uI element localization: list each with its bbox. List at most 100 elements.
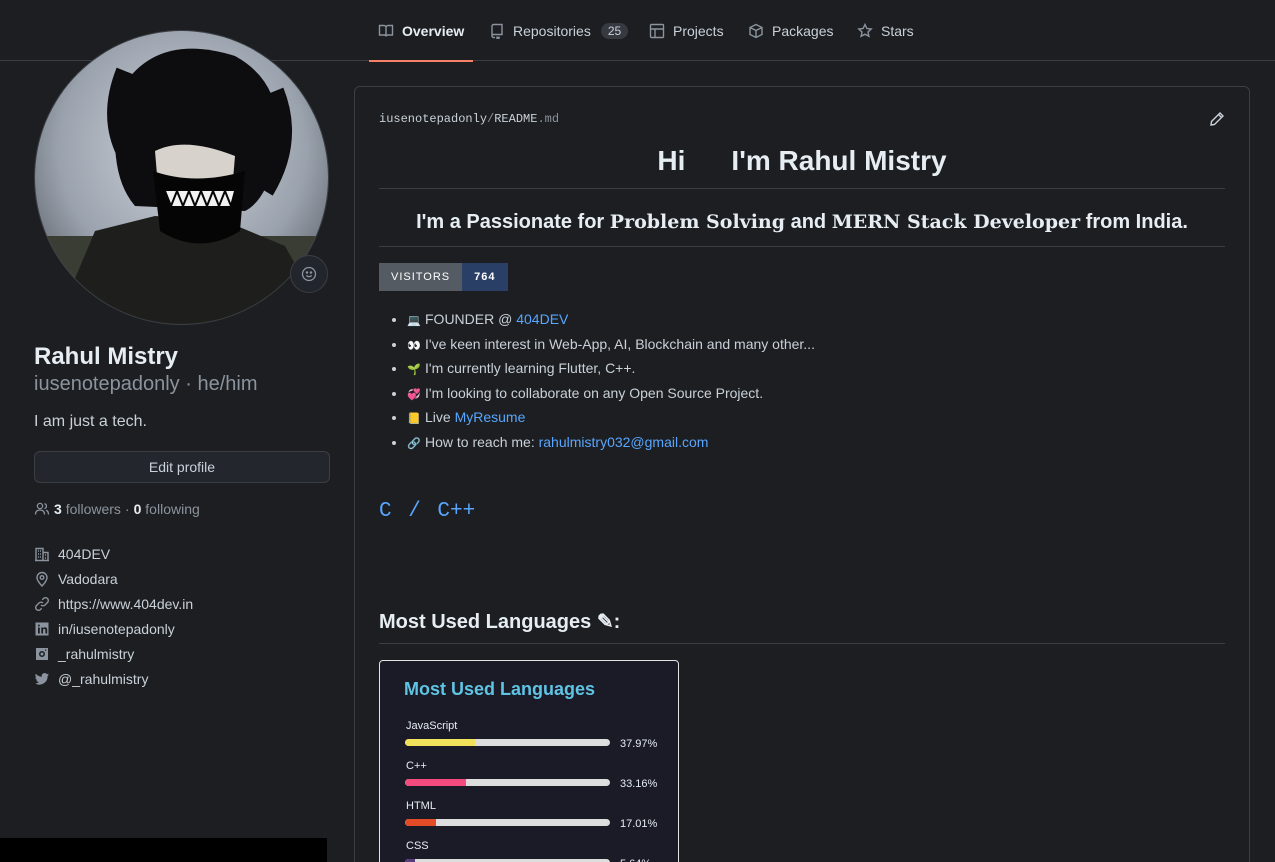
most-used-heading: Most Used Languages ✎: bbox=[379, 609, 1225, 644]
detail-organization: 404DEV bbox=[34, 541, 193, 566]
smiley-icon bbox=[301, 266, 317, 282]
twitter-icon bbox=[35, 672, 49, 685]
language-bar bbox=[405, 819, 610, 826]
tab-packages[interactable]: Packages bbox=[748, 0, 833, 61]
following-count: 0 bbox=[133, 501, 142, 517]
tab-label: Stars bbox=[881, 22, 914, 39]
language-name: CSS bbox=[406, 840, 429, 852]
detail-location: Vadodara bbox=[34, 566, 193, 591]
table-icon bbox=[649, 23, 665, 38]
list-item: 🔗 How to reach me: rahulmistry032@gmail.c… bbox=[407, 434, 815, 459]
bottom-overlay bbox=[0, 838, 327, 862]
profile-bio: I am just a tech. bbox=[34, 413, 147, 430]
heading-name: I'm Rahul Mistry bbox=[731, 145, 947, 176]
language-bar-fill bbox=[405, 739, 476, 746]
language-percent: 17.01% bbox=[620, 818, 658, 830]
eyes-icon: 👀 bbox=[407, 339, 421, 352]
language-percent: 37.97% bbox=[620, 738, 658, 750]
organization-icon bbox=[35, 547, 49, 561]
repo-icon bbox=[491, 23, 503, 39]
book-icon bbox=[378, 24, 394, 37]
profile-login: iusenotepadonly · he/him bbox=[34, 373, 258, 395]
language-row: C++ 33.16% bbox=[405, 760, 675, 800]
visitors-count: 764 bbox=[462, 263, 508, 291]
readme-subheading: I'm a Passionate for Problem Solving and… bbox=[379, 211, 1225, 247]
hearts-icon: 💞 bbox=[407, 388, 421, 401]
readme-owner-link[interactable]: iusenotepadonly bbox=[379, 112, 487, 126]
following-link[interactable]: 0 following bbox=[134, 501, 200, 517]
tab-label: Projects bbox=[673, 22, 724, 39]
language-bar-fill bbox=[405, 779, 467, 786]
language-name: JavaScript bbox=[406, 720, 458, 732]
tab-label: Overview bbox=[402, 22, 465, 39]
language-row: JavaScript 37.97% bbox=[405, 720, 675, 760]
about-list: 💻 FOUNDER @ 404DEV 👀 I've keen interest in… bbox=[407, 311, 815, 458]
visitors-badge[interactable]: VISITORS 764 bbox=[379, 263, 508, 291]
heading-hi: Hi bbox=[657, 145, 686, 176]
readme-extension: .md bbox=[537, 112, 560, 126]
list-item: 📒 Live MyResume bbox=[407, 409, 815, 434]
tab-label: Repositories bbox=[513, 22, 591, 39]
detail-instagram[interactable]: _rahulmistry bbox=[34, 641, 193, 666]
language-bar-fill bbox=[405, 819, 437, 826]
detail-text: Vadodara bbox=[58, 570, 118, 587]
list-item: 💞 I'm looking to collaborate on any Open … bbox=[407, 385, 815, 410]
followers-link[interactable]: 3 followers bbox=[54, 501, 121, 517]
subheading-problem-solving: Problem Solving bbox=[609, 211, 786, 233]
list-item: 👀 I've keen interest in Web-App, AI, Bloc… bbox=[407, 336, 815, 361]
language-name: C++ bbox=[406, 760, 427, 772]
list-item-text: Live bbox=[425, 409, 455, 425]
tab-overview[interactable]: Overview bbox=[368, 0, 474, 62]
link-myresume[interactable]: MyResume bbox=[455, 409, 526, 425]
tab-projects[interactable]: Projects bbox=[649, 0, 724, 61]
language-name: HTML bbox=[406, 800, 436, 812]
list-item: 🌱 I'm currently learning Flutter, C++. bbox=[407, 360, 815, 385]
link-email[interactable]: rahulmistry032@gmail.com bbox=[539, 434, 709, 450]
package-icon bbox=[749, 23, 763, 38]
languages-card: Most Used Languages JavaScript 37.97% C++ 3… bbox=[379, 660, 679, 862]
list-item-text: I'm looking to collaborate on any Open S… bbox=[425, 384, 764, 401]
instagram-icon bbox=[36, 647, 48, 660]
link-icon bbox=[34, 596, 50, 611]
card-title: Most Used Languages bbox=[404, 679, 596, 699]
readme-box: iusenotepadonly/README.md Hi I'm Rahul Mi… bbox=[354, 86, 1250, 862]
subheading-mern: MERN Stack Developer bbox=[831, 211, 1081, 233]
readme-heading: Hi I'm Rahul Mistry bbox=[379, 145, 1225, 189]
people-icon bbox=[34, 502, 50, 515]
detail-website[interactable]: https://www.404dev.in bbox=[34, 591, 193, 616]
language-percent: 5.64% bbox=[620, 858, 651, 862]
detail-twitter[interactable]: @_rahulmistry bbox=[34, 666, 193, 691]
detail-linkedin[interactable]: in/iusenotepadonly bbox=[34, 616, 193, 641]
readme-filename: README bbox=[494, 112, 538, 126]
followers-count: 3 bbox=[54, 501, 62, 517]
followers-label: followers bbox=[65, 501, 121, 517]
edit-profile-button[interactable]: Edit profile bbox=[34, 451, 330, 483]
location-icon bbox=[36, 571, 48, 587]
language-row: CSS 5.64% bbox=[405, 840, 675, 862]
visitors-label: VISITORS bbox=[379, 263, 463, 291]
notebook-icon: 📒 bbox=[407, 413, 421, 425]
avatar[interactable] bbox=[34, 30, 329, 325]
avatar-illustration bbox=[35, 31, 328, 324]
tab-repositories[interactable]: Repositories 25 bbox=[489, 0, 629, 61]
list-item-text: How to reach me: bbox=[425, 433, 539, 450]
detail-text: _rahulmistry bbox=[58, 645, 135, 662]
detail-text: 404DEV bbox=[58, 545, 111, 562]
repo-count-badge: 25 bbox=[600, 22, 629, 39]
link-icon: 🔗 bbox=[407, 437, 421, 450]
languages-typing-text: C / C++ bbox=[379, 500, 476, 523]
link-404dev[interactable]: 404DEV bbox=[516, 311, 568, 327]
language-bar bbox=[405, 739, 610, 746]
tab-stars[interactable]: Stars bbox=[857, 0, 914, 61]
detail-text: in/iusenotepadonly bbox=[58, 620, 175, 637]
readme-path: iusenotepadonly/README.md bbox=[379, 112, 559, 126]
list-item-text: I've keen interest in Web-App, AI, Block… bbox=[425, 335, 815, 352]
laptop-icon: 💻 bbox=[407, 315, 421, 327]
language-row: HTML 17.01% bbox=[405, 800, 675, 840]
subheading-text: and bbox=[785, 211, 832, 233]
profile-details: 404DEV Vadodara https://www.404dev.in in… bbox=[34, 541, 193, 691]
pencil-icon[interactable] bbox=[1209, 111, 1225, 127]
list-item-text: FOUNDER @ bbox=[425, 311, 517, 327]
set-status-button[interactable] bbox=[290, 255, 328, 293]
following-label: following bbox=[145, 501, 200, 517]
